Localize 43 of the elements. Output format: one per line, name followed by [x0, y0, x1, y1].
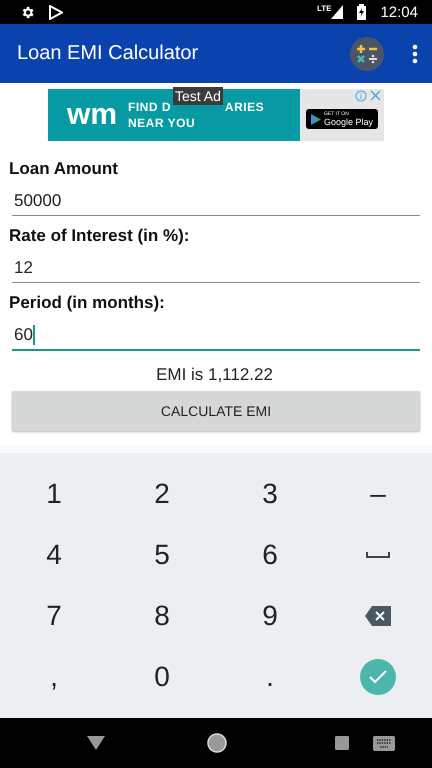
settings-icon	[20, 4, 35, 20]
space-key-icon[interactable]	[366, 552, 390, 558]
clock: 12:04	[380, 4, 418, 20]
field-label: Loan Amount	[9, 159, 119, 179]
keyboard-key[interactable]: 8	[148, 600, 176, 632]
keyboard-key[interactable]: 9	[256, 600, 284, 632]
network-label: LTE	[316, 4, 332, 13]
ad-headline: ARIES	[224, 100, 264, 114]
keyboard-key[interactable]: ,	[44, 660, 64, 692]
check-icon	[369, 670, 387, 684]
keyboard-key[interactable]: 3	[256, 478, 284, 510]
keyboard-key[interactable]: 6	[256, 538, 284, 570]
triangle-icon	[310, 114, 321, 124]
app-title: Loan EMI Calculator	[17, 42, 200, 65]
more-icon[interactable]	[412, 44, 418, 64]
keyboard-key[interactable]: .	[260, 660, 280, 692]
signal-icon	[331, 5, 344, 19]
keyboard-key[interactable]: 1	[40, 478, 68, 510]
backspace-icon[interactable]	[365, 606, 391, 626]
ad-headline: FIND D	[128, 100, 171, 114]
battery-icon	[357, 4, 366, 20]
keyboard-icon[interactable]	[373, 736, 395, 750]
field-label: Rate of Interest (in %):	[9, 226, 190, 246]
test-ad-badge: Test Ad	[173, 87, 223, 105]
keyboard-key[interactable]: 5	[148, 538, 176, 570]
input-field[interactable]: 12	[12, 254, 420, 283]
input-field[interactable]: 50000	[12, 187, 420, 216]
keyboard-key[interactable]: 0	[148, 660, 176, 692]
play-icon	[49, 4, 63, 20]
calculator-icon[interactable]	[350, 36, 384, 70]
back-icon[interactable]	[87, 736, 105, 750]
field-label: Period (in months):	[9, 293, 166, 313]
input-field[interactable]: 60	[12, 321, 420, 351]
calculate-button[interactable]: CALCULATE EMI	[12, 391, 420, 431]
keyboard-key[interactable]: –	[364, 478, 392, 510]
info-icon	[355, 90, 367, 102]
emi-result: EMI is 1,112.22	[156, 365, 273, 385]
ad-headline: NEAR YOU	[128, 116, 196, 130]
home-icon[interactable]	[207, 733, 227, 753]
ad-logo: wm	[66, 100, 118, 130]
keyboard-key[interactable]: 2	[148, 478, 176, 510]
keyboard-key[interactable]: 7	[40, 600, 68, 632]
keyboard-key[interactable]: 4	[40, 538, 68, 570]
